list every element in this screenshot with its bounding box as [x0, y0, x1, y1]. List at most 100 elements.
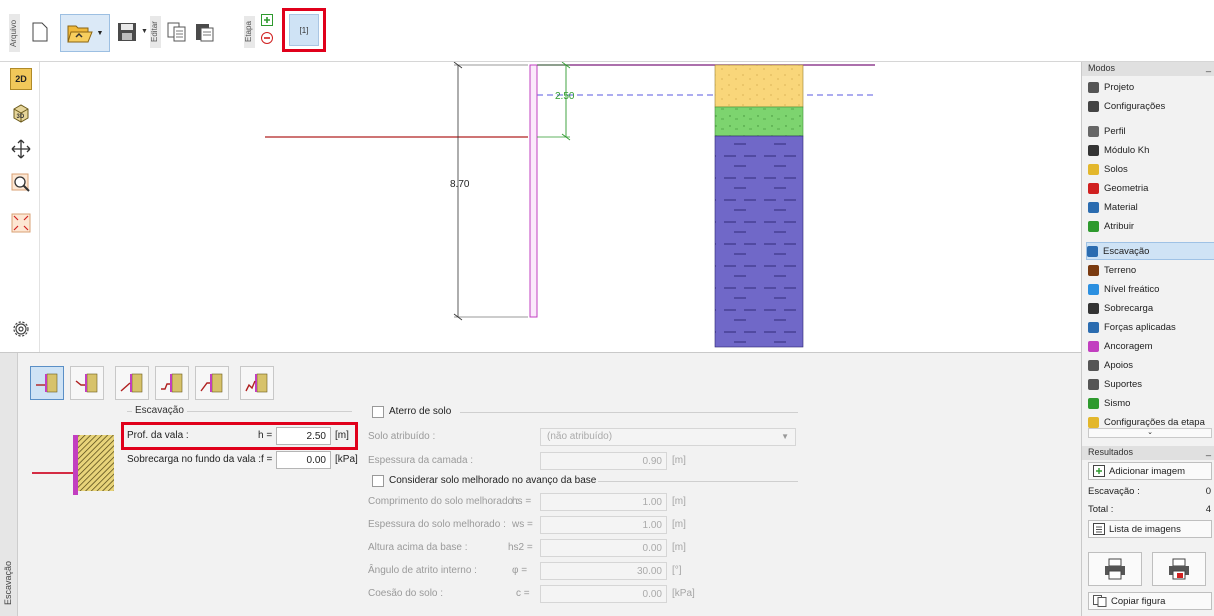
coesao-label: Coesão do solo :	[368, 588, 444, 599]
modos-item[interactable]: Apoios	[1088, 356, 1214, 374]
lista-imagens-label: Lista de imagens	[1109, 523, 1181, 535]
save-dropdown-arrow-icon[interactable]: ▼	[141, 28, 148, 35]
paste-data-icon	[196, 24, 214, 42]
modos-item[interactable]: Solos	[1088, 160, 1214, 178]
considerar-label: Considerar solo melhorado no avanço da b…	[389, 475, 597, 486]
stage-tab-1[interactable]: [1]	[289, 14, 319, 46]
plus-icon	[261, 14, 273, 26]
copiar-figura-label: Copiar figura	[1111, 595, 1166, 607]
props-icon	[1088, 359, 1099, 371]
copy-data-button[interactable]	[166, 20, 188, 44]
modos-item[interactable]: Forças aplicadas	[1088, 318, 1214, 336]
modos-item-label: Forças aplicadas	[1104, 321, 1176, 333]
group-label-editar: Editar	[150, 16, 161, 48]
espessura-melhorado-symbol: ws =	[512, 519, 533, 530]
modos-item[interactable]: Configurações	[1088, 97, 1214, 115]
remove-stage-button[interactable]	[260, 31, 274, 45]
altura-input[interactable]	[540, 539, 667, 557]
chevron-down-icon: ▼	[781, 432, 789, 441]
modos-item-label: Perfil	[1104, 125, 1126, 137]
coesao-input[interactable]	[540, 585, 667, 603]
add-stage-button[interactable]	[260, 13, 274, 27]
solo-atribuido-select[interactable]: (não atribuído) ▼	[540, 428, 796, 446]
sobrecarga-label: Sobrecarga no fundo da vala :	[127, 454, 261, 465]
modos-item[interactable]: Módulo Kh	[1088, 141, 1214, 159]
new-file-button[interactable]	[30, 20, 50, 44]
depth-label: 8.70	[450, 179, 470, 190]
add-image-icon	[1093, 465, 1105, 477]
coesao-unit: [kPa]	[672, 588, 695, 599]
modos-item-label: Terreno	[1104, 264, 1137, 276]
modos-item[interactable]: Geometria	[1088, 179, 1214, 197]
modos-title: Modos	[1088, 63, 1116, 73]
scroll-more-button[interactable]: ⌄	[1088, 428, 1212, 438]
excavation-type-6-button[interactable]	[240, 366, 274, 400]
modos-item[interactable]: Sismo	[1088, 394, 1214, 412]
print-settings-button[interactable]	[1152, 552, 1206, 586]
modos-item-label: Escavação	[1103, 245, 1150, 257]
pan-button[interactable]	[10, 138, 32, 160]
excavation-type-3-button[interactable]	[115, 366, 149, 400]
modos-item[interactable]: Escavação	[1086, 242, 1214, 260]
modos-item[interactable]: Material	[1088, 198, 1214, 216]
modos-item[interactable]: Projeto	[1088, 78, 1214, 96]
drawing-canvas[interactable]: 8.70 2.50	[40, 61, 1081, 352]
aterro-checkbox[interactable]	[372, 406, 384, 418]
minimize-icon[interactable]: _	[1206, 446, 1211, 456]
drawing-settings-button[interactable]	[10, 318, 32, 340]
modos-item[interactable]: Sobrecarga	[1088, 299, 1214, 317]
water-depth-label: 2.50	[555, 91, 575, 102]
considerar-checkbox[interactable]	[372, 475, 384, 487]
excavation-type-2-button[interactable]	[70, 366, 104, 400]
sheet-wall	[529, 64, 538, 318]
printer-red-icon	[1169, 558, 1189, 580]
fit-view-button[interactable]	[10, 212, 32, 234]
considerar-group-line	[598, 481, 798, 482]
excavation-preview-image	[32, 435, 114, 495]
excavation-type-1-button[interactable]	[30, 366, 64, 400]
adicionar-imagem-button[interactable]: Adicionar imagem	[1088, 462, 1212, 480]
lista-imagens-button[interactable]: Lista de imagens	[1088, 520, 1212, 538]
applied-forces-icon	[1088, 321, 1099, 333]
copiar-figura-button[interactable]: Copiar figura	[1088, 592, 1212, 610]
modos-item[interactable]: Perfil	[1088, 122, 1214, 140]
altura-unit: [m]	[672, 542, 686, 553]
excavation-type-5-button[interactable]	[195, 366, 229, 400]
excavation-icon	[1087, 245, 1098, 257]
angulo-input[interactable]	[540, 562, 667, 580]
modos-item[interactable]: Nível freático	[1088, 280, 1214, 298]
prof-input[interactable]	[276, 427, 331, 445]
group-label-etapa: Etapa	[244, 16, 255, 48]
modos-item[interactable]: Suportes	[1088, 375, 1214, 393]
escavacao-group-title: Escavação	[132, 405, 187, 416]
comprimento-input[interactable]	[540, 493, 667, 511]
excavation-type-4-button[interactable]	[155, 366, 189, 400]
sobrecarga-input[interactable]	[276, 451, 331, 469]
open-file-button[interactable]: ▼	[60, 14, 110, 52]
altura-label: Altura acima da base :	[368, 542, 468, 553]
paste-data-button[interactable]	[194, 20, 216, 44]
open-dropdown-arrow-icon[interactable]: ▼	[97, 30, 104, 37]
modos-item-label: Solos	[1104, 163, 1128, 175]
modos-item[interactable]: Ancoragem	[1088, 337, 1214, 355]
soil-layer-sand	[714, 64, 804, 108]
angulo-symbol: φ =	[512, 565, 528, 576]
minimize-icon[interactable]: _	[1206, 62, 1211, 72]
espessura-melhorado-input[interactable]	[540, 516, 667, 534]
modos-item[interactable]: Atribuir	[1088, 217, 1214, 235]
geo5-window: Arquivo ▼ ▼ Editar Etapa [1] 2D 3D 8.70 …	[0, 0, 1214, 616]
view-3d-button[interactable]: 3D	[10, 102, 32, 124]
main-toolbar: Arquivo ▼ ▼ Editar Etapa [1]	[0, 0, 1214, 62]
coesao-symbol: c =	[516, 588, 530, 599]
frame-side-tab-label: Escavação	[3, 560, 13, 605]
save-button[interactable]	[116, 20, 138, 44]
espessura-camada-input[interactable]	[540, 452, 667, 470]
total-count-label: Total :	[1088, 504, 1114, 515]
excavation-type-5-icon	[200, 373, 223, 393]
modos-item[interactable]: Terreno	[1088, 261, 1214, 279]
print-button[interactable]	[1088, 552, 1142, 586]
view-2d-button[interactable]: 2D	[10, 68, 32, 90]
modos-item-label: Configurações	[1104, 100, 1166, 112]
right-panel: Modos _ Projeto Configurações Perfil Módulo…	[1081, 62, 1214, 616]
zoom-button[interactable]	[10, 172, 32, 194]
